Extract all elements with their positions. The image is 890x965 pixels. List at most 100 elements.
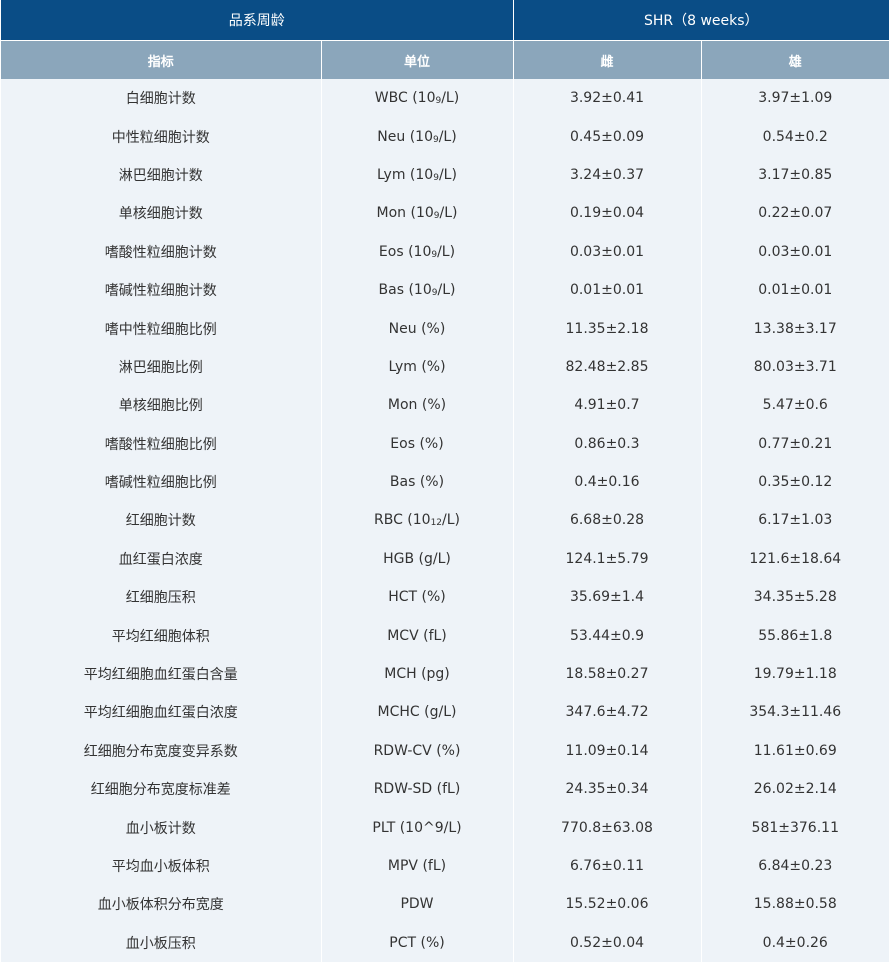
cell-unit: PLT (10^9/L)	[321, 808, 514, 847]
unit-exponent: 9	[433, 172, 439, 183]
cell-unit: Lym (%)	[321, 347, 514, 387]
table-row: 单核细胞比例 Mon (%) 4.91±0.7 5.47±0.6	[1, 386, 890, 425]
cell-unit: Neu (109/L)	[321, 117, 514, 156]
table-row: 红细胞分布宽度变异系数 RDW-CV (%) 11.09±0.14 11.61±0.6…	[1, 731, 890, 771]
cell-female: 0.86±0.3	[513, 424, 702, 463]
cell-male: 26.02±2.14	[701, 770, 890, 809]
table-row: 嗜酸性粒细胞比例 Eos (%) 0.86±0.3 0.77±0.21	[1, 424, 890, 463]
strain-header: SHR（8 weeks）	[513, 0, 890, 41]
cell-unit: RBC (1012/L)	[321, 501, 514, 540]
cell-indicator: 单核细胞计数	[1, 194, 322, 233]
column-header-indicator: 指标	[1, 40, 322, 79]
unit-exponent: 9	[435, 96, 442, 107]
table-header-row: 品系周龄 SHR（8 weeks）	[1, 0, 890, 41]
cell-indicator: 平均红细胞血红蛋白含量	[1, 654, 322, 694]
cell-unit: Lym (109/L)	[321, 155, 514, 195]
cell-unit: Mon (109/L)	[321, 194, 514, 233]
table-body: 白细胞计数 WBC (109/L) 3.92±0.41 3.97±1.09 中性粒细胞计…	[1, 79, 890, 962]
cell-indicator: 嗜酸性粒细胞计数	[1, 232, 322, 271]
cell-female: 53.44±0.9	[513, 616, 702, 655]
table-row: 单核细胞计数 Mon (109/L) 0.19±0.04 0.22±0.07	[1, 194, 890, 233]
table-row: 嗜中性粒细胞比例 Neu (%) 11.35±2.18 13.38±3.17	[1, 309, 890, 348]
cell-male: 0.77±0.21	[701, 424, 890, 463]
cell-female: 0.45±0.09	[513, 117, 702, 156]
cell-indicator: 淋巴细胞计数	[1, 155, 322, 195]
cell-female: 0.52±0.04	[513, 923, 702, 962]
table-row: 嗜碱性粒细胞计数 Bas (109/L) 0.01±0.01 0.01±0.01	[1, 270, 890, 310]
cell-female: 82.48±2.85	[513, 347, 702, 387]
table-row: 白细胞计数 WBC (109/L) 3.92±0.41 3.97±1.09	[1, 79, 890, 118]
table-row: 血小板计数 PLT (10^9/L) 770.8±63.08 581±376.11	[1, 808, 890, 847]
cell-female: 0.4±0.16	[513, 462, 702, 502]
cell-indicator: 红细胞分布宽度变异系数	[1, 731, 322, 771]
cell-female: 6.76±0.11	[513, 846, 702, 886]
table-row: 平均红细胞血红蛋白含量 MCH (pg) 18.58±0.27 19.79±1.18	[1, 654, 890, 694]
cell-indicator: 平均红细胞血红蛋白浓度	[1, 693, 322, 732]
cell-indicator: 平均红细胞体积	[1, 616, 322, 655]
cell-female: 0.19±0.04	[513, 194, 702, 233]
cell-indicator: 嗜中性粒细胞比例	[1, 309, 322, 348]
table-row: 血红蛋白浓度 HGB (g/L) 124.1±5.79 121.6±18.64	[1, 539, 890, 579]
cell-male: 34.35±5.28	[701, 578, 890, 617]
cell-unit: Neu (%)	[321, 309, 514, 348]
cell-male: 0.01±0.01	[701, 270, 890, 310]
cell-unit: Bas (109/L)	[321, 270, 514, 310]
cell-unit: PDW	[321, 885, 514, 924]
cell-indicator: 红细胞压积	[1, 578, 322, 617]
table-row: 红细胞分布宽度标准差 RDW-SD (fL) 24.35±0.34 26.02±2.1…	[1, 770, 890, 809]
cell-indicator: 白细胞计数	[1, 79, 322, 118]
cell-indicator: 嗜碱性粒细胞计数	[1, 270, 322, 310]
cell-male: 0.54±0.2	[701, 117, 890, 156]
cell-male: 0.35±0.12	[701, 462, 890, 502]
unit-exponent: 12	[430, 518, 443, 529]
cell-male: 55.86±1.8	[701, 616, 890, 655]
cell-indicator: 单核细胞比例	[1, 386, 322, 425]
column-header-unit: 单位	[321, 40, 514, 79]
cell-unit: RDW-SD (fL)	[321, 770, 514, 809]
table-row: 淋巴细胞比例 Lym (%) 82.48±2.85 80.03±3.71	[1, 347, 890, 387]
table-row: 淋巴细胞计数 Lym (109/L) 3.24±0.37 3.17±0.85	[1, 155, 890, 195]
cell-female: 347.6±4.72	[513, 693, 702, 732]
cell-unit: MCV (fL)	[321, 616, 514, 655]
cell-male: 354.3±11.46	[701, 693, 890, 732]
cell-unit: Eos (%)	[321, 424, 514, 463]
table-row: 平均红细胞体积 MCV (fL) 53.44±0.9 55.86±1.8	[1, 616, 890, 655]
cell-female: 0.01±0.01	[513, 270, 702, 310]
cell-male: 19.79±1.18	[701, 654, 890, 694]
cell-female: 11.35±2.18	[513, 309, 702, 348]
cell-unit: MPV (fL)	[321, 846, 514, 886]
cell-indicator: 红细胞计数	[1, 501, 322, 540]
column-header-row: 指标 单位 雌 雄	[1, 40, 890, 79]
cell-unit: RDW-CV (%)	[321, 731, 514, 771]
cell-indicator: 血小板计数	[1, 808, 322, 847]
cell-unit: WBC (109/L)	[321, 79, 514, 118]
cell-female: 4.91±0.7	[513, 386, 702, 425]
cell-indicator: 淋巴细胞比例	[1, 347, 322, 387]
cell-unit: MCHC (g/L)	[321, 693, 514, 732]
cell-male: 11.61±0.69	[701, 731, 890, 771]
table-row: 嗜酸性粒细胞计数 Eos (109/L) 0.03±0.01 0.03±0.01	[1, 232, 890, 271]
cell-female: 18.58±0.27	[513, 654, 702, 694]
cell-male: 0.03±0.01	[701, 232, 890, 271]
cell-female: 3.92±0.41	[513, 79, 702, 118]
table-row: 血小板体积分布宽度 PDW 15.52±0.06 15.88±0.58	[1, 885, 890, 924]
cell-female: 15.52±0.06	[513, 885, 702, 924]
cell-male: 15.88±0.58	[701, 885, 890, 924]
table-row: 中性粒细胞计数 Neu (109/L) 0.45±0.09 0.54±0.2	[1, 117, 890, 156]
cell-unit: Eos (109/L)	[321, 232, 514, 271]
cell-male: 6.17±1.03	[701, 501, 890, 540]
cell-indicator: 血小板压积	[1, 923, 322, 962]
table-row: 血小板压积 PCT (%) 0.52±0.04 0.4±0.26	[1, 923, 890, 962]
cell-indicator: 中性粒细胞计数	[1, 117, 322, 156]
cell-male: 0.4±0.26	[701, 923, 890, 962]
cell-female: 11.09±0.14	[513, 731, 702, 771]
unit-exponent: 9	[431, 288, 438, 299]
cell-male: 80.03±3.71	[701, 347, 890, 387]
unit-exponent: 9	[432, 134, 439, 145]
cell-indicator: 红细胞分布宽度标准差	[1, 770, 322, 809]
cell-female: 6.68±0.28	[513, 501, 702, 540]
cell-indicator: 血红蛋白浓度	[1, 539, 322, 579]
cell-indicator: 平均血小板体积	[1, 846, 322, 886]
cell-male: 5.47±0.6	[701, 386, 890, 425]
cell-female: 35.69±1.4	[513, 578, 702, 617]
